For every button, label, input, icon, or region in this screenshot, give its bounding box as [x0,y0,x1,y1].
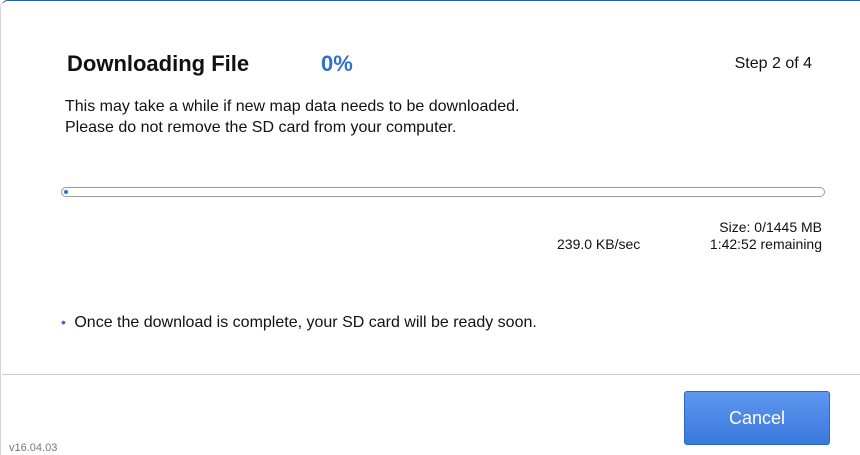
time-remaining: 1:42:52 remaining [709,236,822,252]
download-size: Size: 0/1445 MB [719,219,822,235]
description-line-2: Please do not remove the SD card from yo… [65,119,457,136]
footer-divider [2,374,860,375]
step-indicator: Step 2 of 4 [734,55,812,72]
description: This may take a while if new map data ne… [65,96,520,138]
bullet-icon: • [61,314,66,330]
download-rate: 239.0 KB/sec [557,236,641,252]
progress-bar-fill [64,190,68,194]
cancel-button[interactable]: Cancel [684,391,830,445]
version-label: v16.04.03 [9,442,58,454]
completion-note: • Once the download is complete, your SD… [61,314,537,332]
page-title: Downloading File [67,51,250,76]
progress-percent: 0% [321,51,353,76]
dialog-frame: Downloading File 0% Step 2 of 4 This may… [0,0,860,455]
description-line-1: This may take a while if new map data ne… [65,98,520,115]
progress-bar [61,187,825,197]
completion-note-text: Once the download is complete, your SD c… [74,314,537,331]
